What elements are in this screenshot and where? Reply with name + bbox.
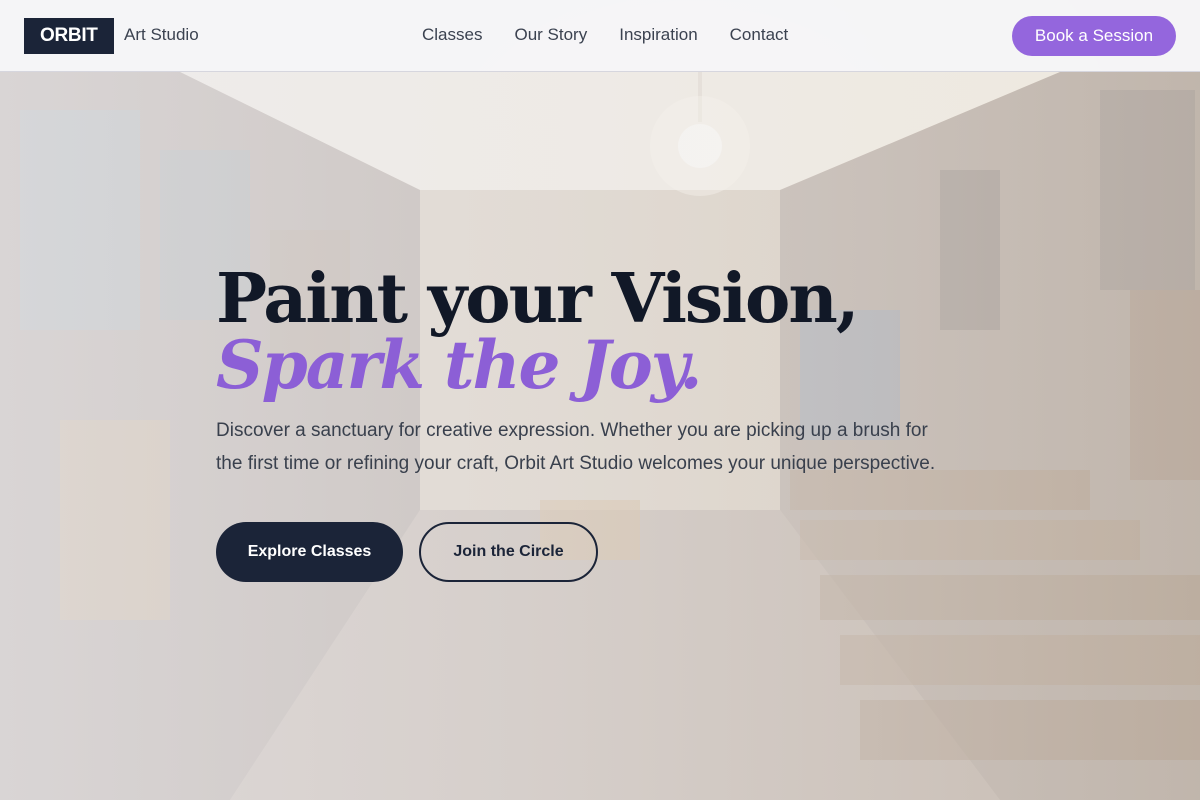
hero-title: Paint your Vision, <box>216 259 860 339</box>
join-circle-button[interactable]: Join the Circle <box>419 522 598 582</box>
nav-link-classes[interactable]: Classes <box>422 25 482 45</box>
nav-link-our-story[interactable]: Our Story <box>514 25 587 45</box>
main-nav: Classes Our Story Inspiration Contact <box>422 25 788 45</box>
book-session-button[interactable]: Book a Session <box>1012 16 1176 56</box>
site-header: ORBIT Art Studio Classes Our Story Inspi… <box>0 0 1200 72</box>
hero-actions: Explore Classes Join the Circle <box>216 522 976 582</box>
hero-description: Discover a sanctuary for creative expres… <box>216 420 936 474</box>
hero-title-accent: Spark the Joy. <box>216 326 703 404</box>
nav-link-contact[interactable]: Contact <box>730 25 789 45</box>
brand-subtitle: Art Studio <box>124 25 199 44</box>
logo[interactable]: ORBIT <box>24 18 114 54</box>
explore-classes-button[interactable]: Explore Classes <box>216 522 403 582</box>
nav-link-inspiration[interactable]: Inspiration <box>619 25 697 45</box>
hero-section: Paint your Vision, Spark the Joy. Discov… <box>216 262 976 582</box>
